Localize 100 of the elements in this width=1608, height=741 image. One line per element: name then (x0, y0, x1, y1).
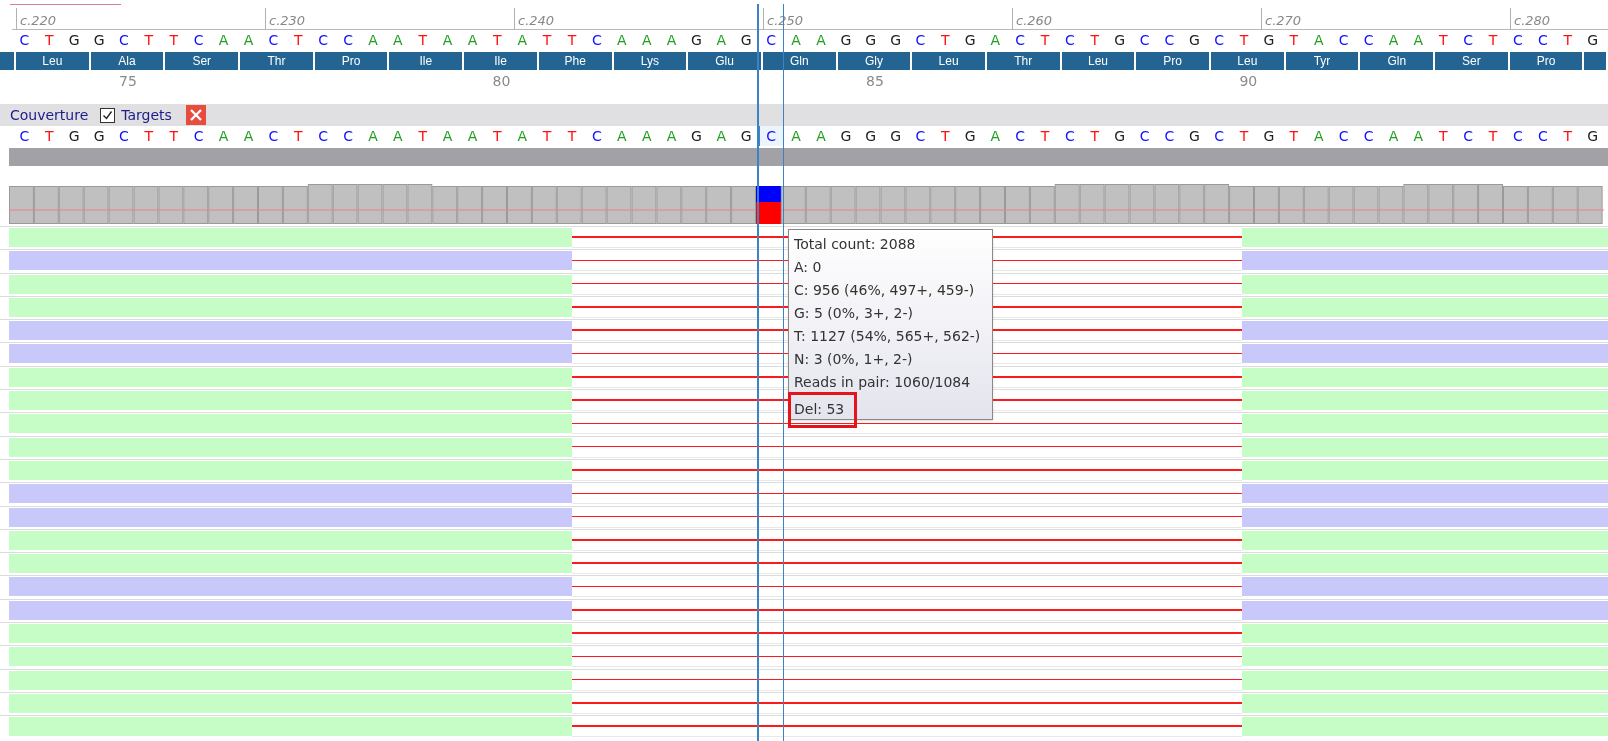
coverage-bar (1005, 186, 1030, 224)
amino-acid-box: Thr (240, 52, 313, 70)
base-column[interactable]: C (12, 126, 37, 146)
base-column[interactable]: T (1231, 126, 1257, 146)
base-letter: A (1388, 31, 1399, 49)
base-column[interactable]: G (61, 126, 87, 146)
base-column[interactable]: A (460, 126, 485, 146)
coverage-bar (507, 186, 532, 224)
base-letter: C (766, 31, 777, 49)
base-letter: T (493, 127, 502, 145)
amino-acid-box: Leu (912, 52, 985, 70)
base-column[interactable]: C (260, 126, 286, 146)
base-column[interactable]: T (285, 126, 311, 146)
coverage-bar (332, 184, 358, 224)
base-column[interactable]: T (1480, 126, 1506, 146)
base-letter: A (791, 31, 801, 49)
base-letter: A (368, 31, 378, 49)
coverage-bar (432, 186, 458, 224)
base-letter: A (617, 127, 627, 145)
base-column[interactable]: A (609, 126, 635, 146)
base-column[interactable]: A (783, 126, 809, 146)
base-column[interactable]: C (1156, 126, 1182, 146)
base-column[interactable]: C (1007, 126, 1033, 146)
base-column[interactable]: T (559, 126, 585, 146)
targets-checkbox[interactable] (100, 107, 116, 123)
base-column[interactable]: A (982, 126, 1008, 146)
base-column[interactable]: A (509, 126, 535, 146)
amino-acid-box (0, 52, 14, 70)
base-column[interactable]: C (758, 126, 784, 146)
base-column[interactable]: A (211, 126, 236, 146)
base-column[interactable]: C (1331, 126, 1357, 146)
base-column[interactable]: T (484, 126, 510, 146)
base-column[interactable]: T (410, 126, 436, 146)
base-column[interactable]: C (186, 126, 212, 146)
base-column[interactable]: T (1555, 126, 1581, 146)
base-column[interactable]: A (808, 126, 834, 146)
base-letter: C (1463, 127, 1473, 145)
amino-acid-box: Pro (1136, 52, 1209, 70)
base-column[interactable]: T (1082, 126, 1108, 146)
base-column[interactable]: C (584, 126, 610, 146)
base-column[interactable]: A (659, 126, 685, 146)
base-letter: G (1114, 127, 1126, 145)
base-column[interactable]: A (360, 126, 386, 146)
base-column[interactable]: G (733, 126, 759, 146)
base-column[interactable]: G (883, 126, 909, 146)
base-letter: G (1188, 127, 1200, 145)
base-column[interactable]: G (858, 126, 884, 146)
base-column[interactable]: C (1132, 126, 1157, 146)
base-column[interactable]: A (1306, 126, 1332, 146)
ruler-label: c.230 (269, 13, 306, 28)
base-column[interactable]: G (684, 126, 709, 146)
base-column[interactable]: A (236, 126, 261, 146)
base-column[interactable]: T (932, 126, 958, 146)
base-letter: T (169, 31, 179, 49)
base-column[interactable]: T (1032, 126, 1058, 146)
base-column[interactable]: T (136, 126, 162, 146)
base-column[interactable]: G (1181, 126, 1207, 146)
base-column[interactable]: T (534, 126, 560, 146)
amino-acid-box: Ser (1435, 52, 1508, 70)
base-column[interactable]: G (1107, 126, 1133, 146)
coverage-bar (158, 186, 184, 224)
base-column[interactable]: C (1206, 126, 1232, 146)
base-letter: T (293, 127, 303, 145)
base-column[interactable]: T (1281, 126, 1307, 146)
base-column[interactable]: A (1381, 126, 1406, 146)
base-column[interactable]: C (1356, 126, 1381, 146)
base-column[interactable]: G (86, 126, 112, 146)
base-letter: T (1438, 31, 1448, 49)
base-column[interactable]: A (708, 126, 734, 146)
base-column[interactable]: A (385, 126, 411, 146)
base-column[interactable]: C (1505, 126, 1531, 146)
base-letter: A (641, 127, 652, 145)
base-letter: C (1139, 31, 1150, 49)
base-column[interactable]: A (435, 126, 461, 146)
base-letter: T (542, 127, 552, 145)
coverage-bar (1154, 184, 1180, 224)
base-column[interactable]: G (1580, 126, 1605, 146)
base-column[interactable]: G (833, 126, 859, 146)
base-column[interactable]: T (36, 126, 62, 146)
base-letter: A (442, 31, 453, 49)
base-column[interactable]: C (1057, 126, 1083, 146)
base-column[interactable]: T (1430, 126, 1456, 146)
coverage-bar (905, 186, 931, 224)
base-letter: A (990, 127, 1000, 145)
coverage-bar (980, 186, 1005, 224)
base-letter: A (393, 127, 403, 145)
base-column[interactable]: G (957, 126, 983, 146)
base-column[interactable]: C (111, 126, 137, 146)
base-column[interactable]: A (1405, 126, 1431, 146)
base-column[interactable]: C (1455, 126, 1481, 146)
base-column[interactable]: C (335, 126, 361, 146)
ruler-label: c.240 (518, 13, 555, 28)
close-icon[interactable] (185, 105, 206, 125)
base-column[interactable]: C (310, 126, 336, 146)
base-column[interactable]: T (161, 126, 187, 146)
base-column[interactable]: C (1530, 126, 1556, 146)
base-column[interactable]: G (1256, 126, 1282, 146)
base-letter: A (666, 31, 677, 49)
base-column[interactable]: A (634, 126, 660, 146)
base-column[interactable]: C (908, 126, 933, 146)
